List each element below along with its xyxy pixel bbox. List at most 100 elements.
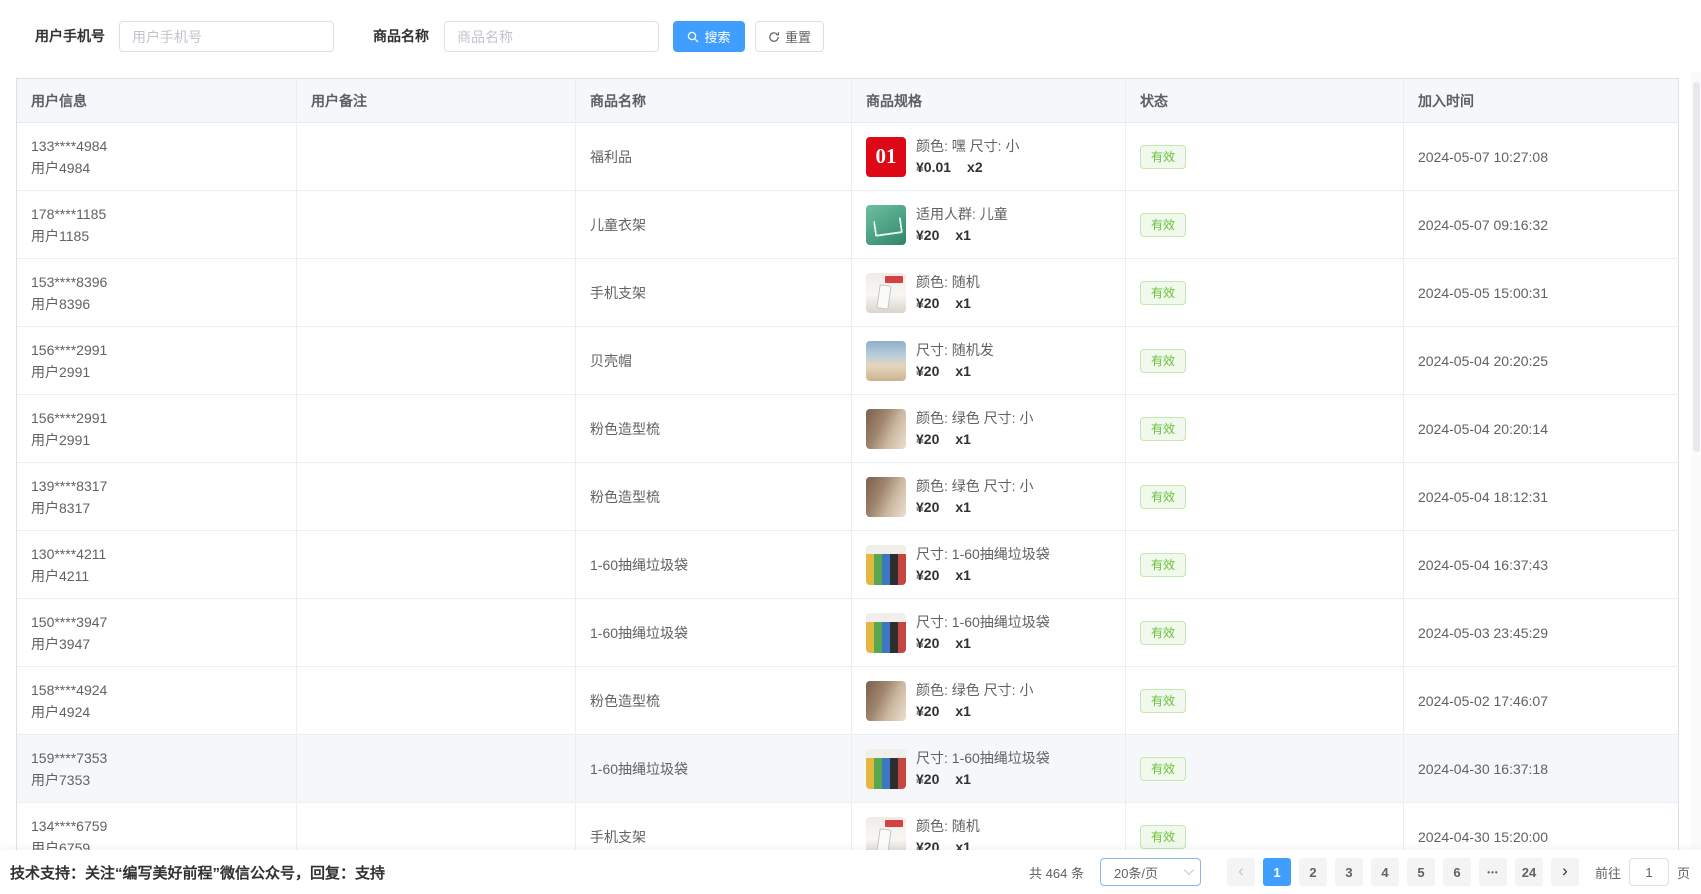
pagination-page-3[interactable]: 3 xyxy=(1335,858,1363,886)
user-name-text: 用户4924 xyxy=(31,701,107,723)
quantity-text: x1 xyxy=(955,700,971,722)
cell-product-name: 儿童衣架 xyxy=(576,191,852,258)
spec-text: 颜色: 嘿 尺寸: 小 xyxy=(916,136,1019,156)
join-time-text: 2024-05-07 10:27:08 xyxy=(1418,149,1548,165)
user-phone-text: 159****7353 xyxy=(31,747,107,769)
pagination-page-4[interactable]: 4 xyxy=(1371,858,1399,886)
cell-user-info: 156****2991用户2991 xyxy=(17,327,297,394)
quantity-text: x1 xyxy=(955,428,971,450)
cell-product-spec: 尺寸: 随机发¥20x1 xyxy=(852,327,1126,394)
cell-user-remark xyxy=(297,735,576,802)
price-line: ¥20x1 xyxy=(916,700,1033,722)
product-image xyxy=(866,341,906,381)
pagination-page-2[interactable]: 2 xyxy=(1299,858,1327,886)
page-size-select[interactable]: 20条/页 xyxy=(1100,858,1201,886)
pagination-page-6[interactable]: 6 xyxy=(1443,858,1471,886)
status-badge: 有效 xyxy=(1140,485,1186,509)
user-lines: 133****4984用户4984 xyxy=(31,135,107,179)
cell-status: 有效 xyxy=(1126,463,1404,530)
quantity-text: x1 xyxy=(955,360,971,382)
product-name-input[interactable] xyxy=(444,21,659,52)
product-name-text: 粉色造型梳 xyxy=(590,691,660,711)
footer-bar: 技术支持：关注“编写美好前程”微信公众号，回复：支持 共 464 条 20条/页… xyxy=(0,850,1701,894)
table-row[interactable]: 130****4211用户42111-60抽绳垃圾袋尺寸: 1-60抽绳垃圾袋¥… xyxy=(17,531,1678,599)
table-row[interactable]: 158****4924用户4924粉色造型梳颜色: 绿色 尺寸: 小¥20x1有… xyxy=(17,667,1678,735)
price-text: ¥20 xyxy=(916,768,939,790)
user-lines: 139****8317用户8317 xyxy=(31,475,107,519)
user-name-text: 用户8317 xyxy=(31,497,107,519)
price-line: ¥20 x1 xyxy=(916,496,1033,518)
search-icon xyxy=(687,31,699,43)
cell-user-remark xyxy=(297,191,576,258)
status-badge: 有效 xyxy=(1140,349,1186,373)
table-row[interactable]: 159****7353用户73531-60抽绳垃圾袋尺寸: 1-60抽绳垃圾袋¥… xyxy=(17,735,1678,803)
goto-page-input[interactable] xyxy=(1629,858,1669,886)
spec-lines: 颜色: 绿色 尺寸: 小¥20x1 xyxy=(916,476,1033,518)
product-name-text: 福利品 xyxy=(590,147,632,167)
quantity-text: x1 xyxy=(955,632,971,654)
cell-status: 有效 xyxy=(1126,191,1404,258)
table-row[interactable]: 153****8396用户8396手机支架颜色: 随机¥20x1有效2024-0… xyxy=(17,259,1678,327)
user-lines: 153****8396用户8396 xyxy=(31,271,107,315)
column-header-3: 商品名称 xyxy=(576,79,852,122)
cell-join-time: 2024-05-05 15:00:31 xyxy=(1404,259,1678,326)
join-time-text: 2024-05-04 16:37:43 xyxy=(1418,557,1548,573)
user-name-text: 用户4211 xyxy=(31,565,106,587)
spec-text: 尺寸: 1-60抽绳垃圾袋 xyxy=(916,544,1050,564)
column-header-2: 用户备注 xyxy=(297,79,576,122)
scrollbar-thumb[interactable] xyxy=(1693,82,1700,452)
status-badge: 有效 xyxy=(1140,825,1186,849)
price-line: ¥20x1 xyxy=(916,428,1033,450)
cell-product-name: 贝壳帽 xyxy=(576,327,852,394)
pagination-more-button[interactable]: ••• xyxy=(1479,858,1507,886)
join-time-text: 2024-04-30 15:20:00 xyxy=(1418,829,1548,845)
page-scrollbar[interactable] xyxy=(1691,0,1701,850)
quantity-text: x1 xyxy=(955,224,971,246)
user-lines: 156****2991用户2991 xyxy=(31,407,107,451)
spec-wrap: 尺寸: 1-60抽绳垃圾袋¥20x1 xyxy=(866,612,1050,654)
pagination-page-1[interactable]: 1 xyxy=(1263,858,1291,886)
table-row[interactable]: 139****8317用户8317粉色造型梳颜色: 绿色 尺寸: 小¥20x1有… xyxy=(17,463,1678,531)
table-row[interactable]: 156****2991用户2991贝壳帽尺寸: 随机发¥20x1有效2024-0… xyxy=(17,327,1678,395)
spec-lines: 尺寸: 1-60抽绳垃圾袋¥20x1 xyxy=(916,544,1050,586)
user-phone-text: 139****8317 xyxy=(31,475,107,497)
product-name-text: 粉色造型梳 xyxy=(590,487,660,507)
cell-status: 有效 xyxy=(1126,259,1404,326)
spec-wrap: 颜色: 绿色 尺寸: 小¥20x1 xyxy=(866,680,1033,722)
price-text: ¥20 xyxy=(916,496,939,518)
user-phone-text: 153****8396 xyxy=(31,271,107,293)
reset-button[interactable]: 重置 xyxy=(755,21,824,52)
cell-user-remark xyxy=(297,667,576,734)
spec-lines: 尺寸: 1-60抽绳垃圾袋¥20x1 xyxy=(916,748,1050,790)
product-image xyxy=(866,681,906,721)
spec-wrap: 适用人群: 儿童¥20x1 xyxy=(866,204,1008,246)
quantity-text: x1 xyxy=(955,496,971,518)
search-button[interactable]: 搜索 xyxy=(673,21,745,52)
pagination-page-24[interactable]: 24 xyxy=(1515,858,1543,886)
spec-text: 颜色: 随机 xyxy=(916,272,980,292)
cell-product-spec: 尺寸: 1-60抽绳垃圾袋¥20x1 xyxy=(852,735,1126,802)
pagination-prev-button[interactable]: ‹ xyxy=(1227,858,1255,886)
cell-status: 有效 xyxy=(1126,395,1404,462)
table-row[interactable]: 178****1185用户1185儿童衣架适用人群: 儿童¥20x1有效2024… xyxy=(17,191,1678,259)
user-lines: 159****7353用户7353 xyxy=(31,747,107,791)
table-row[interactable]: 133****4984用户4984福利品01颜色: 嘿 尺寸: 小¥0.01x2… xyxy=(17,123,1678,191)
pagination-next-button[interactable]: › xyxy=(1551,858,1579,886)
user-name-text: 用户7353 xyxy=(31,769,107,791)
price-text: ¥20 xyxy=(916,292,939,314)
price-line: ¥20x1 xyxy=(916,564,1050,586)
cell-product-spec: 尺寸: 1-60抽绳垃圾袋¥20x1 xyxy=(852,531,1126,598)
cell-product-spec: 尺寸: 1-60抽绳垃圾袋¥20x1 xyxy=(852,599,1126,666)
cell-product-name: 手机支架 xyxy=(576,259,852,326)
phone-input[interactable] xyxy=(119,21,334,52)
cell-user-info: 150****3947用户3947 xyxy=(17,599,297,666)
product-name-text: 手机支架 xyxy=(590,283,646,303)
user-lines: 178****1185用户1185 xyxy=(31,203,106,247)
table-row[interactable]: 156****2991用户2991粉色造型梳颜色: 绿色 尺寸: 小¥20x1有… xyxy=(17,395,1678,463)
pagination-page-5[interactable]: 5 xyxy=(1407,858,1435,886)
cell-join-time: 2024-05-04 16:37:43 xyxy=(1404,531,1678,598)
join-time-text: 2024-05-03 23:45:29 xyxy=(1418,625,1548,641)
cell-product-name: 粉色造型梳 xyxy=(576,667,852,734)
table-row[interactable]: 150****3947用户39471-60抽绳垃圾袋尺寸: 1-60抽绳垃圾袋¥… xyxy=(17,599,1678,667)
cell-user-remark xyxy=(297,599,576,666)
